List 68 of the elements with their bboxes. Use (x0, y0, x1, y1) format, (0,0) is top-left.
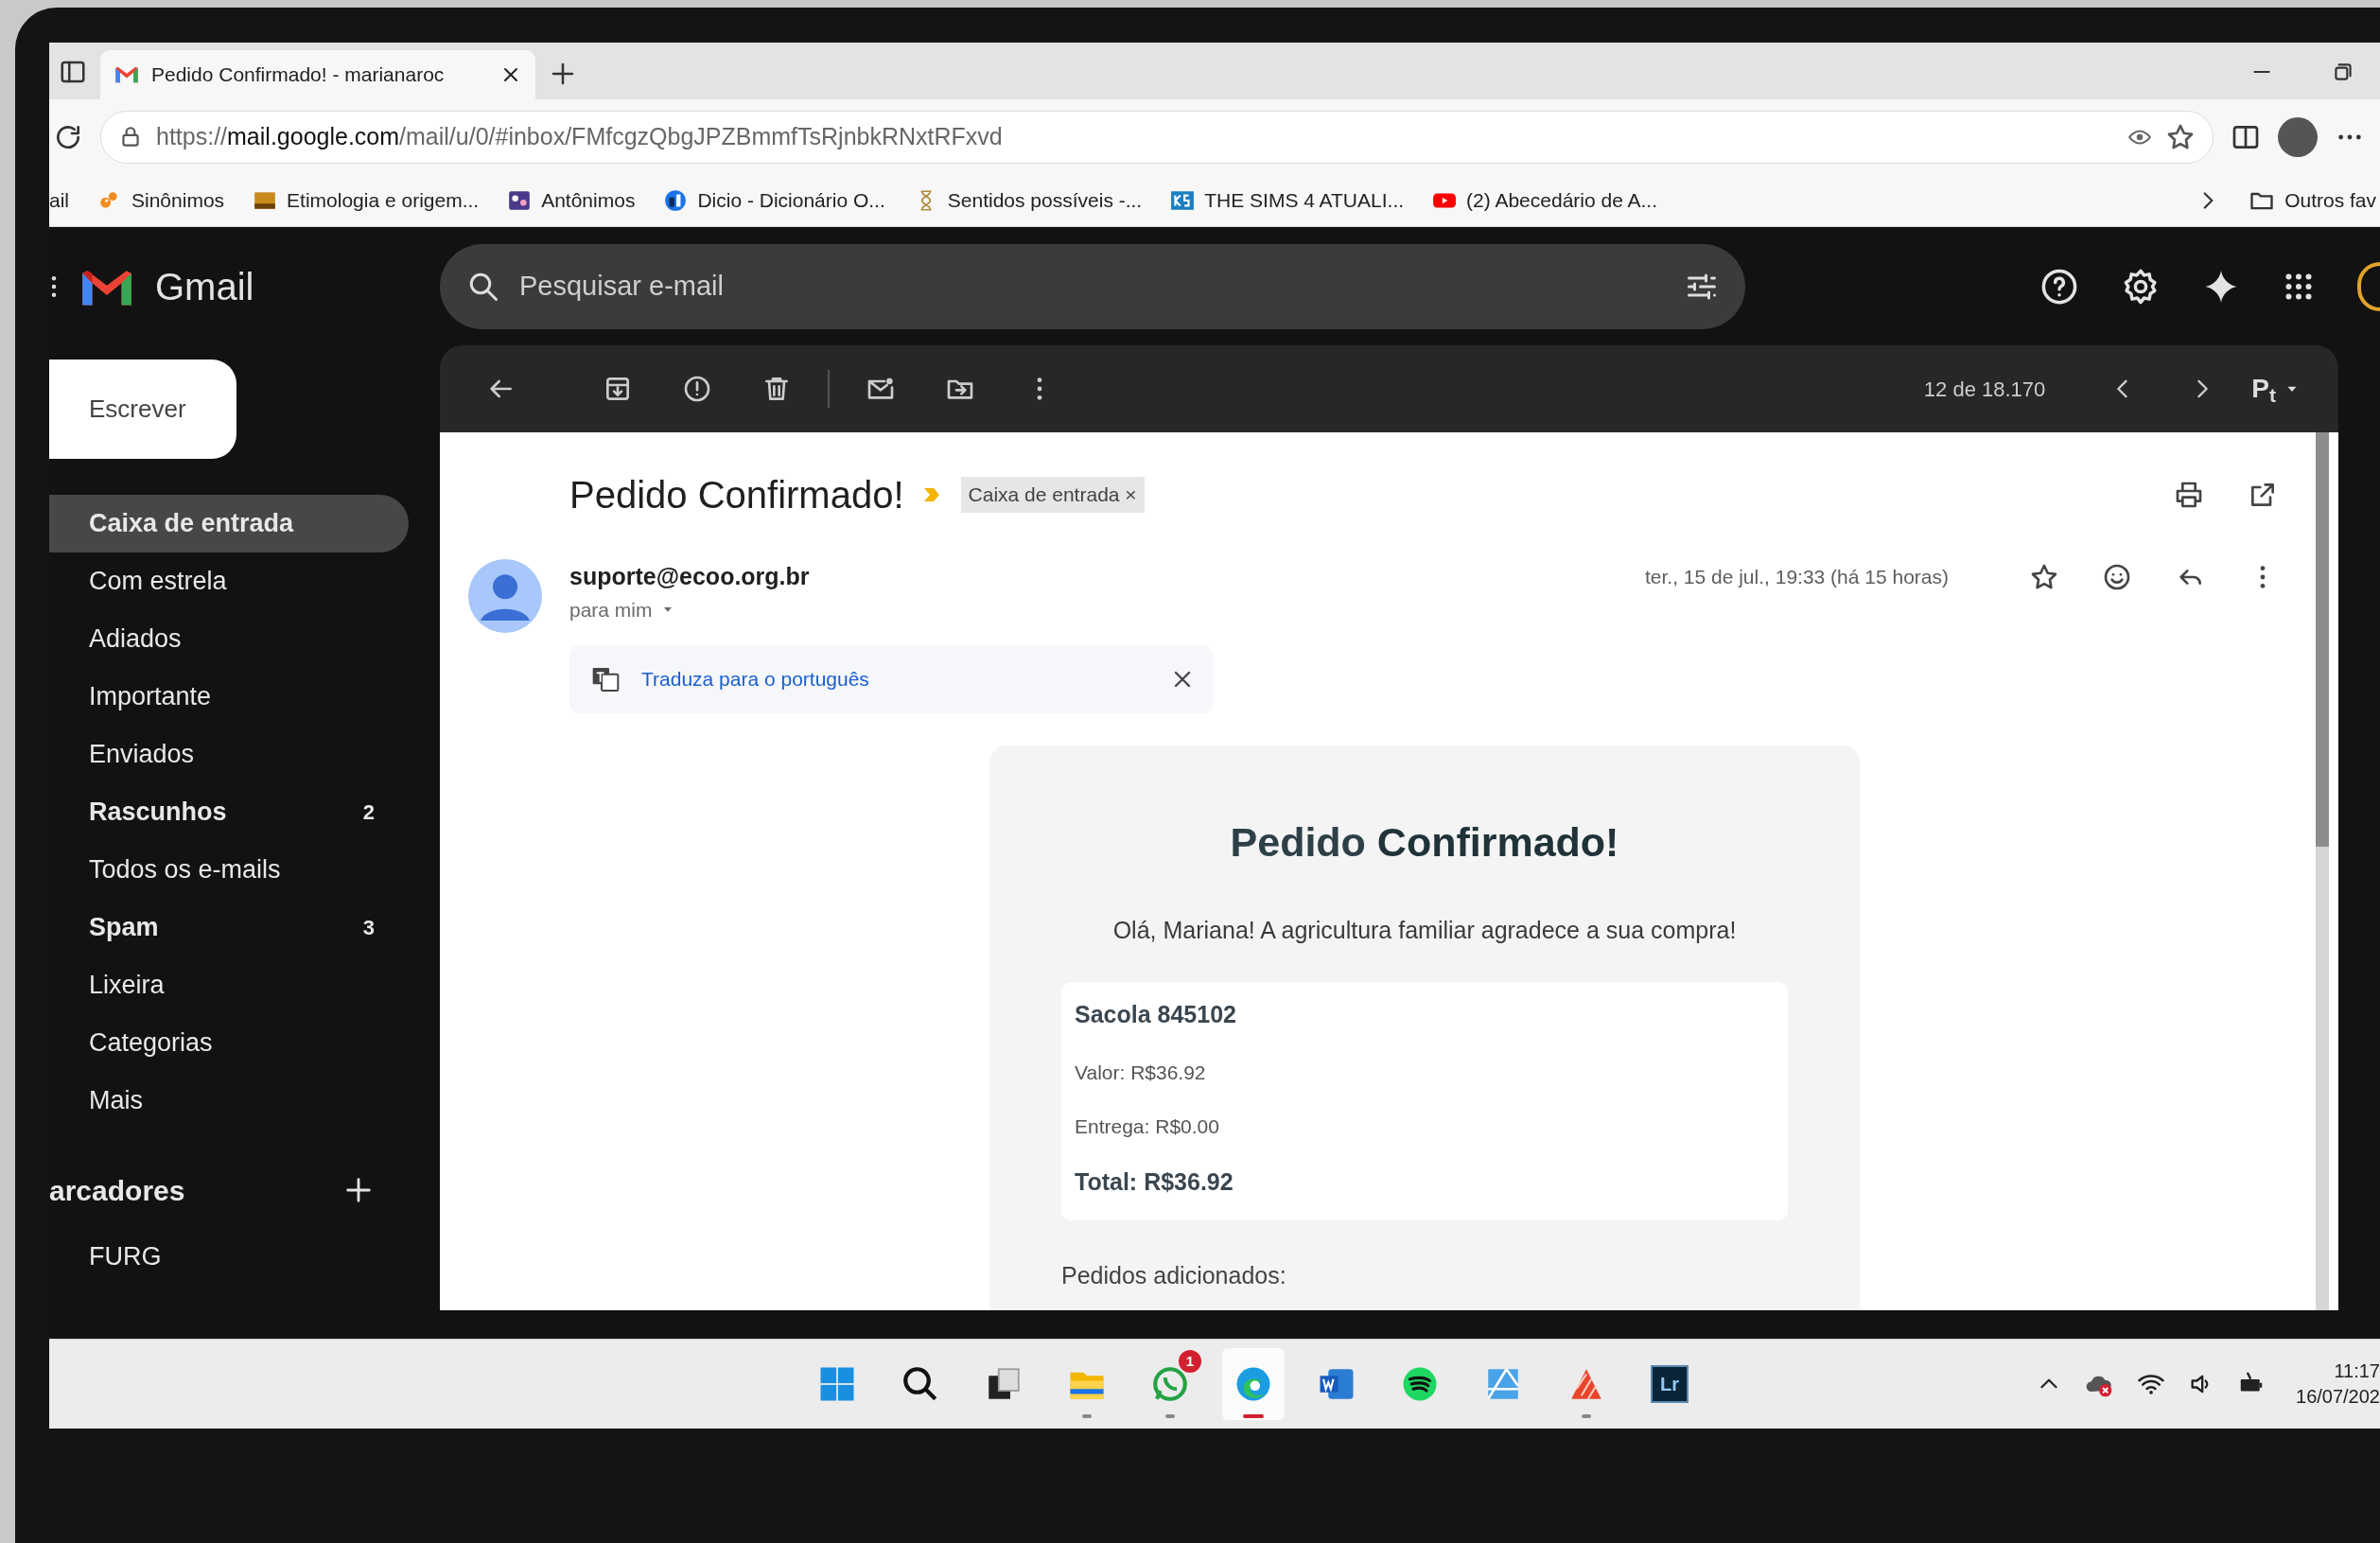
email-subject: Pedido Confirmado! (569, 473, 904, 517)
running-indicator (1165, 1414, 1175, 1418)
order-line: Valor: R$36.92 (1075, 1060, 1207, 1085)
ks-logo-icon (1170, 188, 1196, 213)
folder-item[interactable]: Caixa de entrada (49, 495, 409, 552)
email-date: ter., 15 de jul., 19:33 (há 15 horas) (1644, 565, 1949, 589)
site-logo-icon (507, 188, 533, 213)
order-line: Entrega: R$0.00 (1075, 1114, 1220, 1139)
label-chip[interactable]: Caixa de entrada × (960, 477, 1145, 513)
unread-count: 2 (362, 799, 375, 826)
remove-label-button[interactable]: × (1125, 483, 1137, 506)
bookmark-link[interactable]: Dicio - Dicionário O... (663, 185, 885, 216)
folder-item[interactable]: Importante (49, 668, 409, 726)
bookmark-link[interactable]: Sinônimos (97, 185, 225, 216)
app-name: Gmail (155, 264, 254, 309)
clock-date: 16/07/202 (2296, 1385, 2380, 1409)
clock[interactable]: 11:17 16/07/202 (2296, 1359, 2380, 1410)
search-field[interactable]: Pesquisar e-mail (517, 264, 1668, 308)
chat-bubble-icon (1150, 1364, 1190, 1404)
search-bar[interactable]: Pesquisar e-mail (440, 243, 1745, 329)
address-bar[interactable]: https://mail.google.com/mail/u/0/#inbox/FMfcgzQbgJPZBmmfTsRjnbkRNxtRFxvd (100, 111, 2214, 164)
folder-item[interactable]: Enviados (49, 726, 409, 783)
clock-time: 11:17 (2334, 1359, 2380, 1383)
bookmark-folder[interactable]: Outros fav (2249, 185, 2376, 216)
bookmark-link[interactable]: (2) Abecedário de A... (1432, 185, 1658, 216)
spam-icon[interactable] (682, 374, 712, 404)
order-title: Sacola 845102 (1075, 1000, 1237, 1029)
circle-logo-icon (663, 188, 689, 213)
bookmark-link[interactable]: Antônimos (507, 185, 636, 216)
browser-tab[interactable]: Pedido Confirmado! - marianaroc (100, 50, 535, 99)
input-tools-button[interactable]: P$_{t}$ (2251, 369, 2301, 409)
label-item[interactable]: FURG (49, 1228, 409, 1286)
lr-logo-icon: Lr (1651, 1365, 1689, 1403)
notification-badge: 1 (1179, 1350, 1201, 1373)
taskbar-app[interactable]: 1 (1139, 1348, 1201, 1420)
account-avatar[interactable] (2357, 261, 2380, 311)
folder-item[interactable]: Mais (49, 1072, 409, 1130)
folder-item[interactable]: Spam 3 (49, 899, 409, 956)
scrollbar[interactable] (2316, 432, 2329, 1310)
sender-email: suporte@ecoo.org.br (569, 562, 810, 591)
bookmark-link[interactable]: Sentidos possíveis -... (913, 185, 1143, 216)
bookmark-link[interactable]: ail (49, 185, 69, 216)
folder-item[interactable]: Lixeira (49, 956, 409, 1014)
taskbar-app[interactable]: Lr (1638, 1348, 1701, 1420)
folder-item[interactable]: Rascunhos 2 (49, 783, 409, 841)
recipient-dropdown[interactable]: para mim (569, 594, 675, 624)
folder-item[interactable]: Com estrela (49, 552, 409, 610)
page-counter: 12 de 18.170 (1923, 376, 2046, 403)
running-indicator (1082, 1414, 1092, 1418)
folder-item[interactable]: Todos os e-mails (49, 841, 409, 899)
running-indicator (1582, 1414, 1591, 1418)
running-indicator (1243, 1414, 1264, 1418)
order-total: Total: R$36.92 (1075, 1166, 1234, 1197)
folder-item[interactable]: Adiados (49, 610, 409, 668)
folder-item[interactable]: Categorias (49, 1014, 409, 1072)
sender-avatar-icon (468, 559, 542, 633)
print-icon[interactable] (2174, 480, 2204, 510)
section-heading: arcadores (49, 1173, 185, 1208)
tab-title: Pedido Confirmado! - marianaroc (151, 62, 446, 88)
bookmark-link[interactable]: Etimologia e origem... (253, 185, 480, 216)
email-heading: Pedido Confirmado! (1229, 818, 1620, 867)
greeting-text: Olá, Mariana! A agricultura familiar agradece a sua compra! (1111, 915, 1738, 945)
compose-button[interactable]: Escrever (49, 359, 236, 459)
unread-count: 3 (362, 915, 375, 941)
section-label: Pedidos adicionados: (1061, 1261, 1287, 1290)
profile-avatar[interactable] (2278, 117, 2318, 157)
bookmark-link[interactable]: THE SIMS 4 ATUALI... (1170, 185, 1405, 216)
url-text: https://mail.google.com/mail/u/0/#inbox/FMfcgzQbgJPZBmmfTsRjnbkRNxtRFxvd (156, 122, 1004, 152)
